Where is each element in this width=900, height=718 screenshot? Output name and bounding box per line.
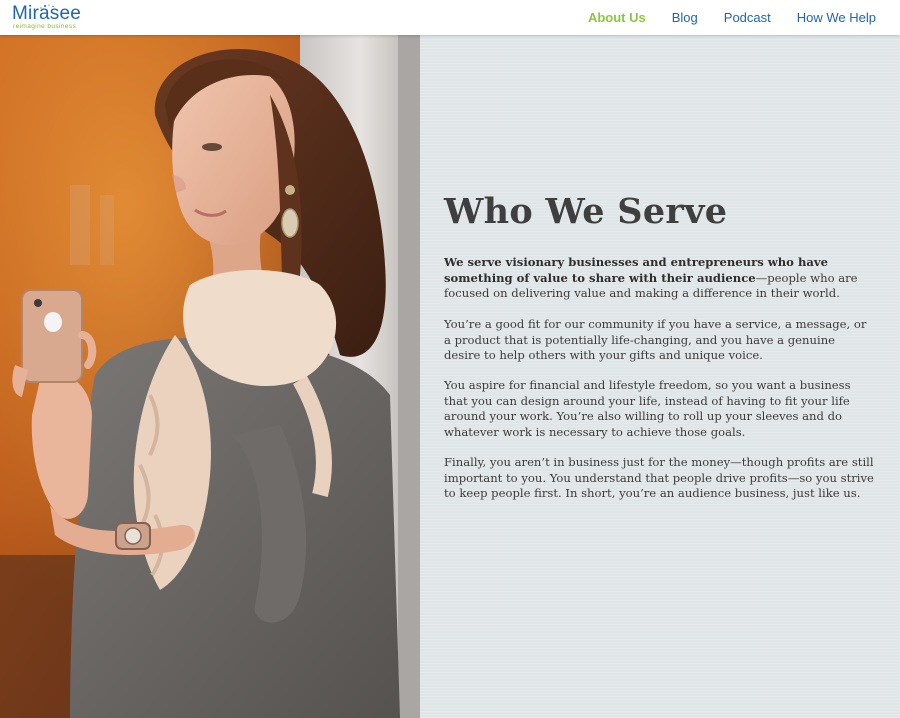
logo-sparkle-icon — [40, 4, 54, 9]
top-navigation-bar: Mirasee reimagine business About Us Blog… — [0, 0, 900, 35]
logo-tagline: reimagine business — [13, 23, 77, 30]
nav-how-we-help[interactable]: How We Help — [797, 10, 876, 25]
people-first-paragraph: Finally, you aren’t in business just for… — [444, 455, 874, 500]
page-title: Who We Serve — [444, 191, 728, 232]
woman-with-phone-image — [0, 35, 420, 718]
nav-podcast[interactable]: Podcast — [724, 10, 771, 25]
freedom-paragraph: You aspire for financial and lifestyle f… — [444, 378, 851, 439]
main-nav: About Us Blog Podcast How We Help — [562, 0, 876, 35]
good-fit-paragraph: You’re a good fit for our community if y… — [444, 317, 867, 362]
who-we-serve-section: Who We Serve We serve visionary business… — [420, 35, 900, 718]
nav-blog[interactable]: Blog — [672, 10, 698, 25]
mirasee-logo[interactable]: Mirasee reimagine business — [12, 4, 92, 32]
intro-paragraph: We serve visionary businesses and entrep… — [444, 255, 874, 302]
nav-about-us[interactable]: About Us — [588, 10, 646, 25]
hero-photo — [0, 35, 420, 718]
